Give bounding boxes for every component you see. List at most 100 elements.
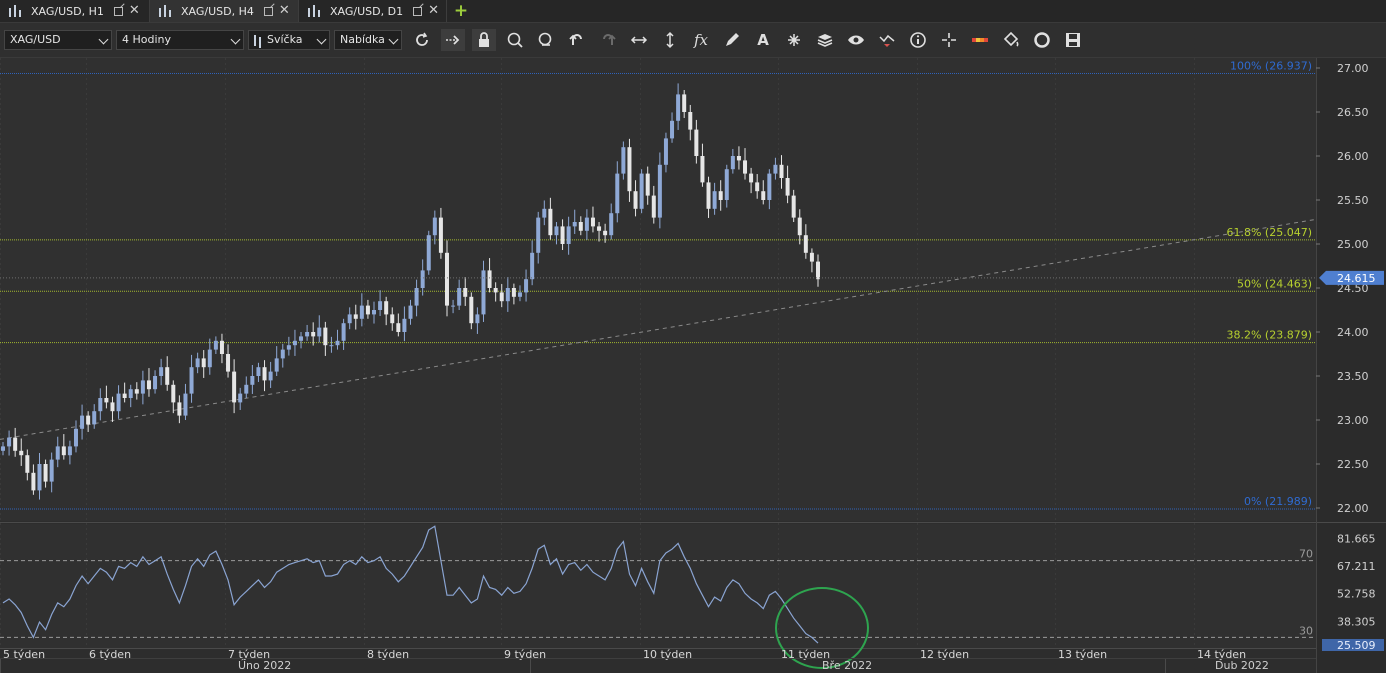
candle-bullish[interactable] [773,164,778,174]
candle-bullish[interactable] [256,367,261,376]
candle-bearish[interactable] [487,270,492,288]
candle-bearish[interactable] [219,340,224,354]
candle-bearish[interactable] [791,195,796,218]
candle-bearish[interactable] [590,217,595,227]
candle-bearish[interactable] [603,230,608,236]
candle-bullish[interactable] [268,371,273,381]
candle-bearish[interactable] [438,217,443,253]
candle-bullish[interactable] [359,305,364,319]
chart-area[interactable]: 27.00 26.50 26.00 25.50 25.00 24.50 24.00 23.50… [0,58,1386,673]
candle-bullish[interactable] [274,358,279,372]
candle-bullish[interactable] [207,349,212,368]
candle-bearish[interactable] [511,288,516,297]
candle-bearish[interactable] [104,398,109,403]
candle-bullish[interactable] [554,226,559,236]
redo-icon[interactable] [596,29,620,51]
candle-bullish[interactable] [420,270,425,288]
candle-bullish[interactable] [451,305,456,307]
indicator-fx-icon[interactable]: fx [689,29,713,51]
tab-xagusd-d1[interactable]: XAG/USD, D1 ✕ [299,0,447,22]
candle-bearish[interactable] [688,112,693,130]
tab-xagusd-h1[interactable]: XAG/USD, H1 ✕ [0,0,150,22]
candle-bullish[interactable] [250,376,255,385]
candle-bearish[interactable] [816,261,820,280]
paint-icon[interactable] [999,29,1023,51]
candle-bearish[interactable] [226,354,231,372]
candle-bearish[interactable] [597,226,602,231]
candle-bullish[interactable] [609,213,614,236]
candle-bullish[interactable] [213,340,218,350]
zoom-in-icon[interactable] [503,29,527,51]
undo-icon[interactable] [565,29,589,51]
candle-bullish[interactable] [341,323,346,341]
candle-bullish[interactable] [140,380,145,394]
close-icon[interactable]: ✕ [129,4,140,17]
candle-bearish[interactable] [311,332,316,337]
candle-bullish[interactable] [98,398,103,412]
add-tab-icon[interactable]: + [452,2,470,20]
candle-bullish[interactable] [183,393,188,416]
candle-bullish[interactable] [1,446,5,451]
candle-bearish[interactable] [797,217,802,236]
candle-bullish[interactable] [372,310,377,315]
candle-bullish[interactable] [530,252,535,280]
candle-bearish[interactable] [651,195,656,218]
close-icon[interactable]: ✕ [428,4,439,17]
candle-bullish[interactable] [615,173,620,214]
candle-bearish[interactable] [749,173,754,183]
candle-bearish[interactable] [493,288,498,293]
text-icon[interactable]: A [751,29,775,51]
candle-bearish[interactable] [110,402,115,412]
candle-bullish[interactable] [244,384,249,394]
save-icon[interactable] [1061,29,1085,51]
pencil-icon[interactable] [720,29,744,51]
candle-bullish[interactable] [92,411,97,425]
candle-bearish[interactable] [499,292,504,302]
candle-bullish[interactable] [408,305,413,319]
candle-bearish[interactable] [809,252,814,262]
candle-bearish[interactable] [694,129,699,156]
candle-bullish[interactable] [238,393,243,403]
menu-select[interactable]: Nabídka [334,30,402,50]
candle-bearish[interactable] [25,455,30,473]
candle-bullish[interactable] [305,332,310,337]
candle-bullish[interactable] [639,173,644,209]
candle-bullish[interactable] [724,169,729,200]
candle-bullish[interactable] [73,428,78,447]
price-chart[interactable]: 27.0026.5026.0025.5025.0024.5024.0023.50… [0,58,1386,673]
candle-bullish[interactable] [378,301,383,310]
candle-bullish[interactable] [49,459,54,482]
candle-bearish[interactable] [86,415,91,425]
candle-bullish[interactable] [566,226,571,244]
candle-bullish[interactable] [329,345,334,347]
candle-bearish[interactable] [396,323,401,332]
objects-icon[interactable] [782,29,806,51]
tab-xagusd-h4[interactable]: XAG/USD, H4 ✕ [150,0,299,22]
candle-bearish[interactable] [779,164,784,178]
candle-bearish[interactable] [134,389,139,394]
candle-bullish[interactable] [517,292,522,297]
candle-bearish[interactable] [627,147,632,192]
theme-icon[interactable] [968,29,992,51]
candle-bullish[interactable] [621,147,626,174]
candle-bullish[interactable] [317,327,322,337]
candle-bullish[interactable] [426,235,431,271]
candle-bearish[interactable] [122,393,127,398]
candle-bearish[interactable] [31,472,36,491]
candle-bullish[interactable] [542,208,547,218]
candle-bullish[interactable] [195,358,200,368]
candle-bullish[interactable] [67,446,72,456]
candle-bullish[interactable] [536,217,541,253]
lock-icon[interactable] [472,29,496,51]
candle-bearish[interactable] [171,384,176,403]
candle-bearish[interactable] [633,191,638,209]
candle-bullish[interactable] [505,288,510,302]
layers-icon[interactable] [813,29,837,51]
candle-bullish[interactable] [730,156,735,170]
candle-bearish[interactable] [469,296,474,324]
candle-bullish[interactable] [676,94,681,121]
candle-bearish[interactable] [444,252,449,306]
template-icon[interactable] [1030,29,1054,51]
candle-bullish[interactable] [189,367,194,394]
candle-bearish[interactable] [19,450,24,456]
